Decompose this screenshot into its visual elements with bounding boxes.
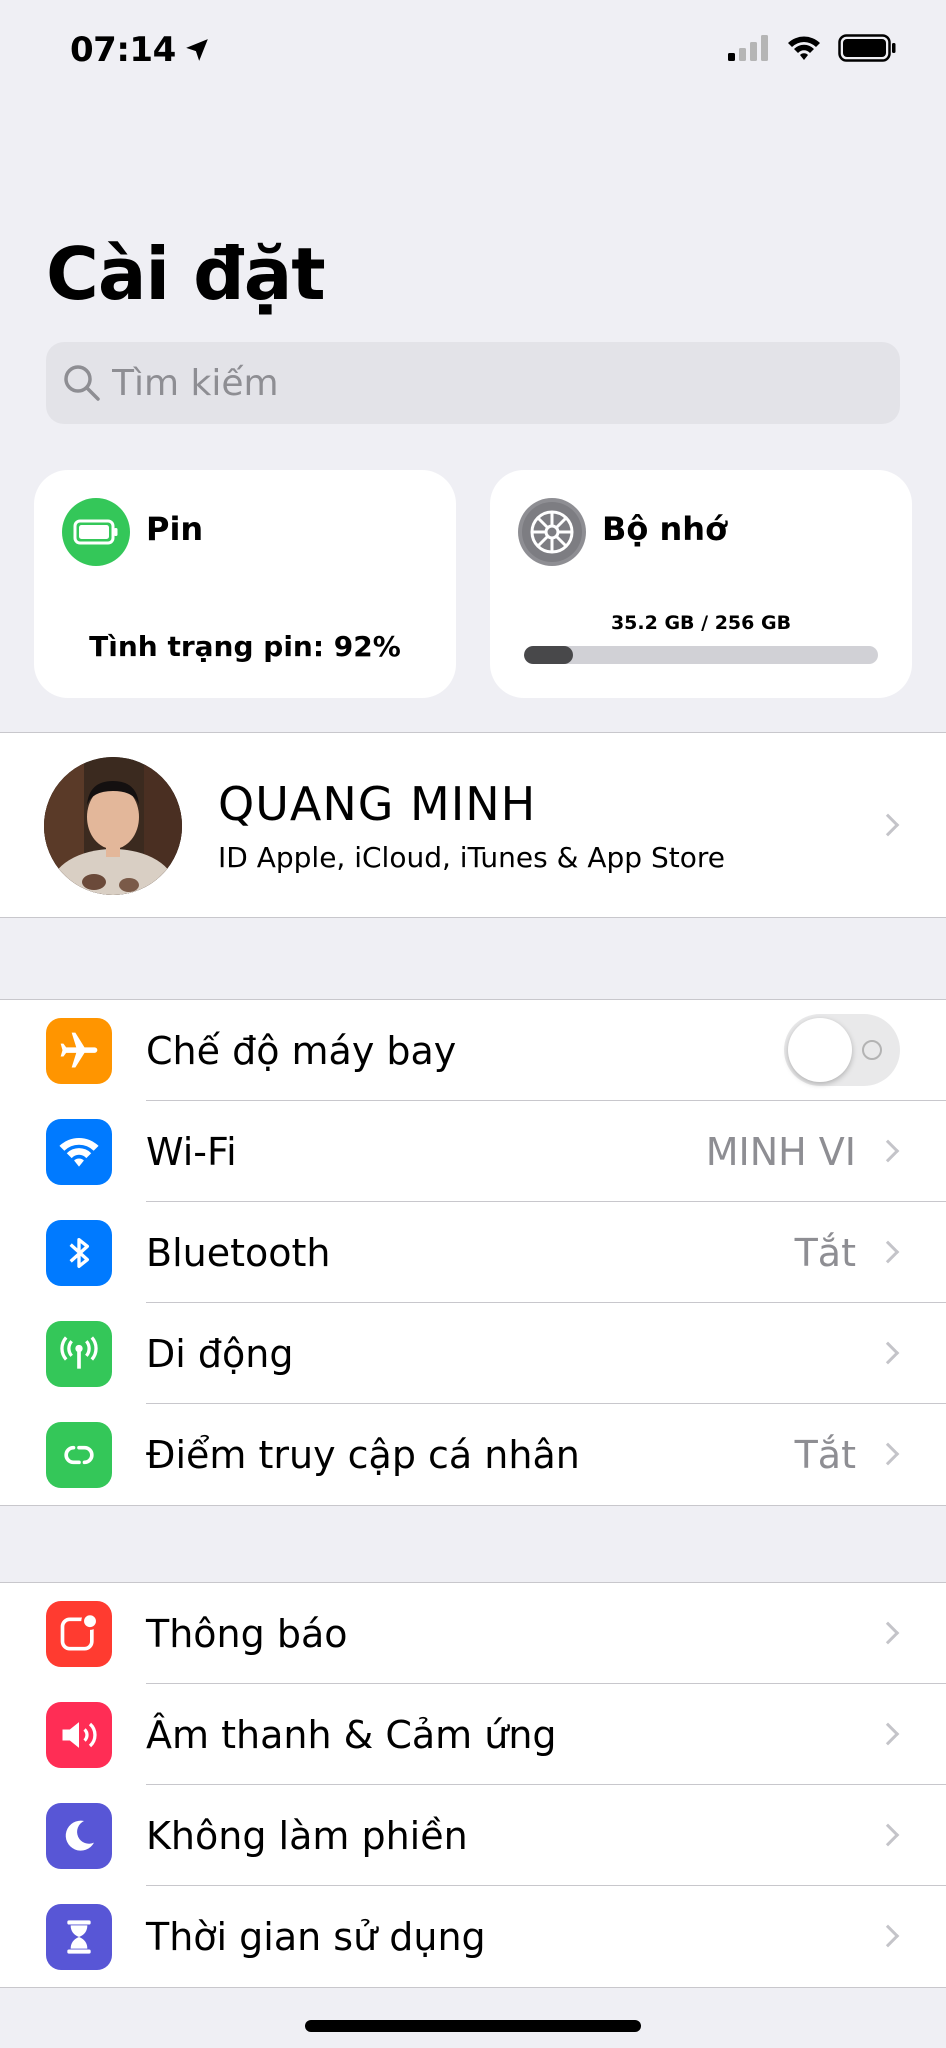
status-indicators (728, 34, 896, 62)
settings-row-sounds[interactable]: Âm thanh & Cảm ứng (0, 1683, 946, 1785)
avatar (44, 757, 182, 895)
row-label: Di động (146, 1331, 294, 1376)
status-time: 07:14 (70, 30, 176, 70)
profile-subtitle: ID Apple, iCloud, iTunes & App Store (218, 841, 725, 874)
battery-icon (73, 519, 118, 545)
row-label: Wi-Fi (146, 1129, 237, 1174)
settings-row-notifications[interactable]: Thông báo (0, 1583, 946, 1684)
wifi-icon (788, 36, 820, 60)
settings-row-do-not-disturb[interactable]: Không làm phiền (0, 1784, 946, 1886)
row-value: Tắt (794, 1230, 856, 1275)
chevron-right-icon (876, 1240, 900, 1264)
storage-usage-text: 35.2 GB / 256 GB (610, 612, 792, 634)
settings-row-wifi[interactable]: Wi-Fi MINH VI (0, 1100, 946, 1202)
hourglass-icon (46, 1904, 112, 1970)
bluetooth-icon (46, 1220, 112, 1286)
home-indicator[interactable] (305, 2020, 641, 2032)
chevron-right-icon (876, 1341, 900, 1365)
status-bar: 07:14 (0, 0, 946, 104)
location-arrow-icon (185, 39, 208, 61)
row-value: MINH VI (705, 1129, 856, 1174)
settings-row-airplane-mode[interactable]: Chế độ máy bay (0, 1000, 946, 1101)
airplane-mode-toggle[interactable] (784, 1014, 900, 1086)
status-time-group: 07:14 (70, 30, 210, 70)
battery-card-title: Pin (146, 510, 204, 548)
chevron-right-icon (876, 1139, 900, 1163)
antenna-icon (46, 1321, 112, 1387)
settings-row-screen-time[interactable]: Thời gian sử dụng (0, 1885, 946, 1987)
row-label: Không làm phiền (146, 1813, 468, 1858)
airplane-icon (46, 1018, 112, 1084)
network-settings-group: Chế độ máy bay Wi-Fi MINH VI Bluetooth T… (0, 999, 946, 1506)
chevron-right-icon (876, 1722, 900, 1746)
notification-settings-group: Thông báo Âm thanh & Cảm ứng Không làm p… (0, 1582, 946, 1988)
chevron-right-icon (876, 1823, 900, 1847)
row-label: Chế độ máy bay (146, 1028, 457, 1073)
storage-card-title: Bộ nhớ (602, 510, 728, 548)
settings-row-cellular[interactable]: Di động (0, 1302, 946, 1404)
storage-usage-bar (524, 646, 878, 664)
speaker-icon (46, 1702, 112, 1768)
storage-card-icon (518, 498, 586, 566)
row-label: Điểm truy cập cá nhân (146, 1432, 580, 1477)
apple-id-row[interactable]: QUANG MINH ID Apple, iCloud, iTunes & Ap… (0, 732, 946, 918)
storage-card[interactable]: Bộ nhớ 35.2 GB / 256 GB (490, 470, 912, 698)
gear-icon (522, 502, 582, 562)
search-bar[interactable] (46, 342, 900, 424)
battery-icon (838, 34, 896, 62)
notifications-icon (46, 1601, 112, 1667)
cellular-signal-icon (728, 35, 768, 61)
wifi-icon (46, 1119, 112, 1185)
row-label: Thời gian sử dụng (146, 1914, 486, 1959)
hotspot-icon (46, 1422, 112, 1488)
chevron-right-icon (876, 1442, 900, 1466)
search-icon (64, 365, 100, 401)
profile-name: QUANG MINH (218, 777, 537, 831)
chevron-right-icon (876, 813, 900, 837)
row-label: Âm thanh & Cảm ứng (146, 1712, 557, 1757)
chevron-right-icon (876, 1621, 900, 1645)
row-value: Tắt (794, 1432, 856, 1477)
search-input[interactable] (112, 362, 872, 404)
battery-card[interactable]: Pin Tình trạng pin: 92% (34, 470, 456, 698)
row-label: Thông báo (146, 1611, 348, 1656)
row-label: Bluetooth (146, 1230, 331, 1275)
chevron-right-icon (876, 1924, 900, 1948)
moon-icon (46, 1803, 112, 1869)
battery-health-text: Tình trạng pin: 92% (89, 630, 401, 663)
page-title: Cài đặt (46, 232, 326, 316)
storage-usage-fill (524, 646, 573, 664)
battery-card-icon (62, 498, 130, 566)
settings-row-bluetooth[interactable]: Bluetooth Tắt (0, 1201, 946, 1303)
settings-row-personal-hotspot[interactable]: Điểm truy cập cá nhân Tắt (0, 1403, 946, 1505)
